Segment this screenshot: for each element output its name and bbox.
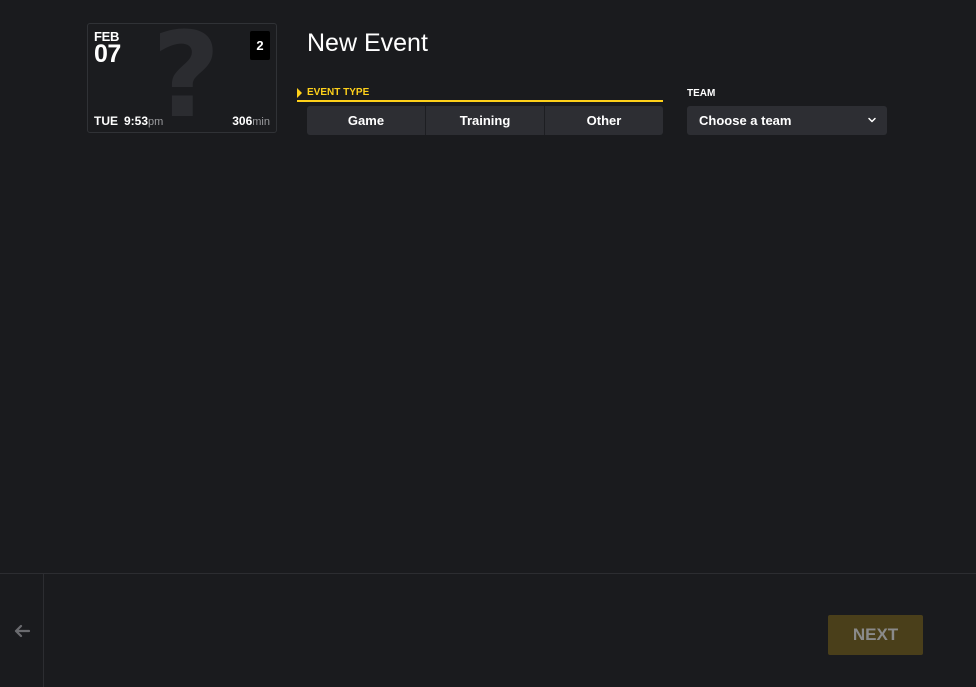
event-weekday: TUE [94, 114, 118, 128]
back-button[interactable] [0, 574, 44, 687]
footer-bar: NEXT [0, 573, 976, 687]
event-day: 07 [94, 40, 121, 68]
event-time: 9:53 [124, 114, 149, 128]
event-type-game-button[interactable]: Game [307, 106, 426, 135]
event-type-training-button[interactable]: Training [426, 106, 545, 135]
page-title: New Event [307, 29, 428, 57]
event-type-other-button[interactable]: Other [545, 106, 663, 135]
duration-unit: min [252, 116, 270, 128]
duration-value: 306 [232, 114, 253, 128]
arrow-left-icon [14, 624, 30, 638]
event-type-label: EVENT TYPE [297, 87, 663, 102]
count-badge: 2 [250, 31, 270, 60]
chevron-down-icon [868, 117, 876, 123]
team-select[interactable]: Choose a team [687, 106, 887, 135]
event-datetime: TUE 9:53pm [94, 114, 163, 128]
next-button[interactable]: NEXT [828, 615, 923, 655]
event-duration: 306min [232, 114, 270, 128]
event-type-selector: Game Training Other [307, 106, 663, 135]
event-summary-card: ? FEB 07 2 TUE 9:53pm 306min [87, 23, 277, 133]
event-ampm: pm [148, 116, 164, 128]
team-label: TEAM [687, 88, 716, 99]
caret-right-icon [297, 88, 302, 98]
event-type-label-text: EVENT TYPE [307, 87, 370, 98]
team-select-value: Choose a team [699, 113, 792, 128]
